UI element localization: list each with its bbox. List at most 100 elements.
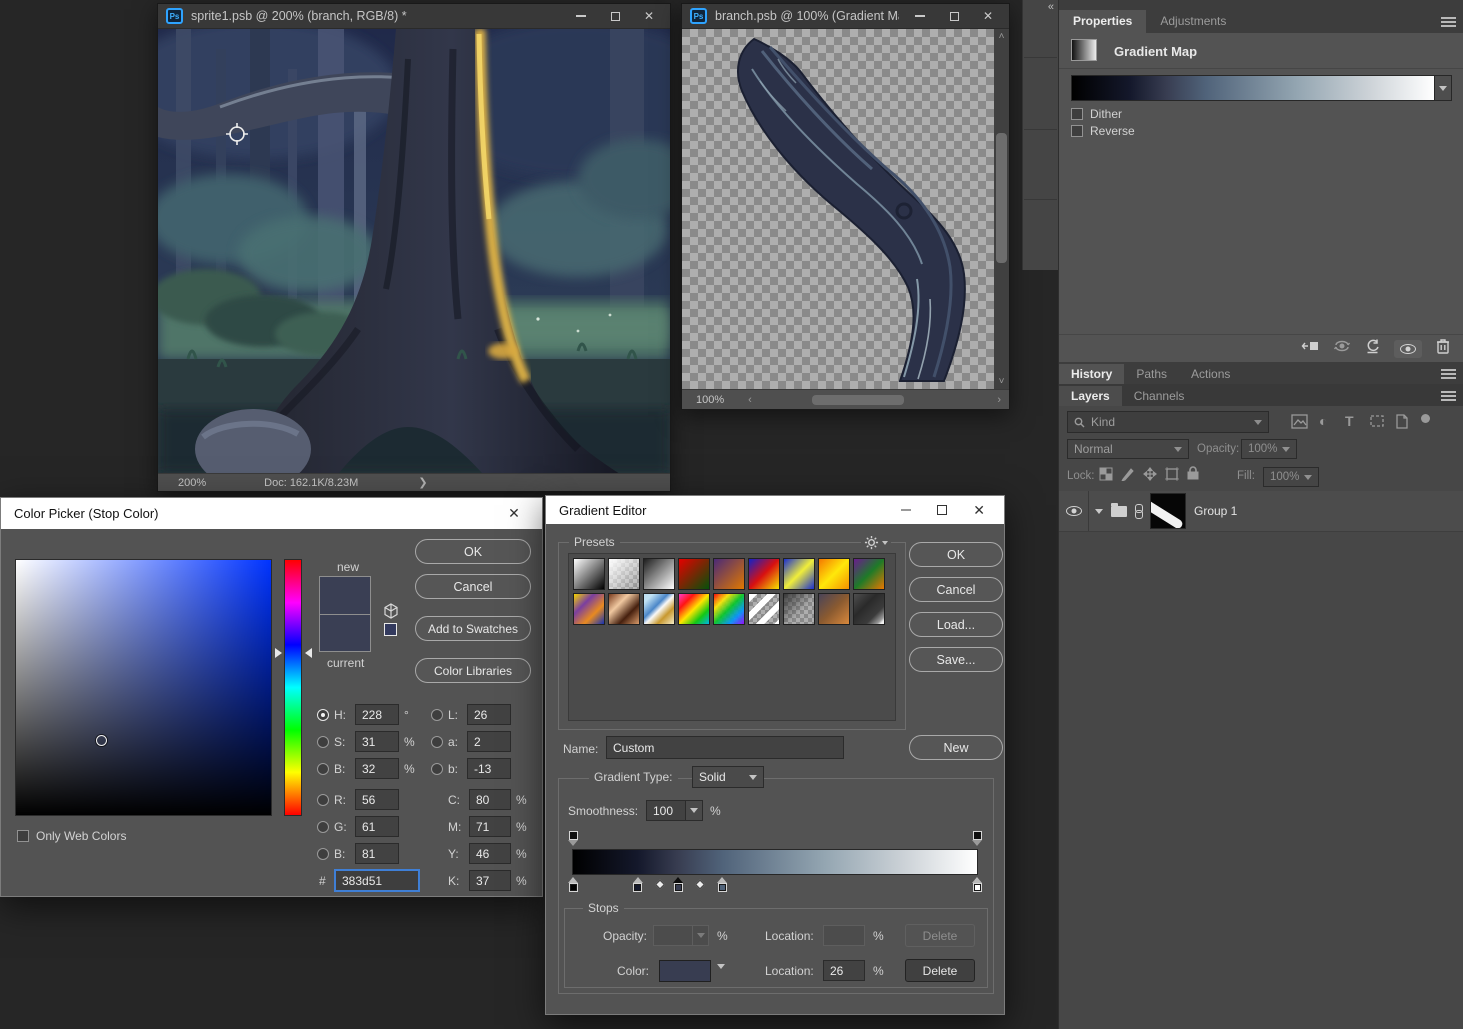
- gradient-load-button[interactable]: Load...: [909, 612, 1003, 637]
- gradient-preset-fg-to-bg[interactable]: [573, 558, 605, 590]
- color-picker-close-icon[interactable]: ✕: [499, 505, 529, 522]
- gradient-preset-slate-to-copper[interactable]: [818, 593, 850, 625]
- filter-pixel-layers-icon[interactable]: [1291, 414, 1308, 434]
- filter-adjustment-layers-icon[interactable]: ◐: [1319, 413, 1327, 429]
- doc1-close-button[interactable]: ✕: [636, 8, 662, 25]
- doc2-titlebar[interactable]: Ps branch.psb @ 100% (Gradient Map... ✕: [682, 4, 1009, 29]
- doc2-minimize-button[interactable]: [907, 8, 933, 25]
- gradient-preview-bar[interactable]: [572, 849, 978, 875]
- history-menu-icon[interactable]: [1441, 369, 1456, 380]
- ge-minimize-icon[interactable]: [901, 509, 911, 511]
- color-stop-marker[interactable]: [673, 877, 683, 892]
- delete-color-stop-button[interactable]: Delete: [905, 959, 975, 982]
- gradient-picker-chevron-icon[interactable]: [1435, 75, 1452, 101]
- doc1-minimize-button[interactable]: [568, 8, 594, 25]
- reset-adjustment-icon[interactable]: [1365, 339, 1380, 359]
- gradient-preset-spectrum[interactable]: [678, 593, 710, 625]
- doc2-maximize-button[interactable]: [941, 8, 967, 25]
- color-stop-marker[interactable]: [568, 877, 578, 892]
- doc1-canvas[interactable]: [158, 29, 670, 474]
- s-field[interactable]: 31: [355, 731, 399, 752]
- visibility-toggle[interactable]: [1059, 491, 1089, 531]
- hex-field[interactable]: 383d51: [334, 869, 420, 892]
- scroll-down-icon[interactable]: ˅: [994, 377, 1009, 387]
- gradient-preset-black-white[interactable]: [643, 558, 675, 590]
- opacity-stop-marker[interactable]: [972, 831, 982, 846]
- smoothness-chevron-icon[interactable]: [686, 800, 703, 821]
- opacity-field[interactable]: 100%: [1241, 439, 1297, 459]
- layer-filter-kind-dropdown[interactable]: Kind: [1067, 411, 1269, 433]
- tab-channels[interactable]: Channels: [1122, 386, 1197, 406]
- gradient-cancel-button[interactable]: Cancel: [909, 577, 1003, 602]
- doc2-close-button[interactable]: ✕: [975, 8, 1001, 25]
- tab-layers[interactable]: Layers: [1059, 386, 1122, 406]
- filter-toggle[interactable]: [1421, 414, 1432, 427]
- gradient-editor-titlebar[interactable]: Gradient Editor ✕: [546, 496, 1004, 524]
- h-radio[interactable]: [317, 709, 329, 721]
- a-field[interactable]: 2: [467, 731, 511, 752]
- view-previous-state-icon[interactable]: [1333, 339, 1351, 358]
- mask-link-icon[interactable]: [1135, 504, 1142, 518]
- color-stop-marker[interactable]: [633, 877, 643, 892]
- lock-artboard-icon[interactable]: [1165, 467, 1179, 486]
- gradient-preset-violet-orange[interactable]: [713, 558, 745, 590]
- color-picker-titlebar[interactable]: Color Picker (Stop Color) ✕: [1, 498, 542, 529]
- gamut-color-swatch[interactable]: [384, 623, 397, 636]
- b2-radio[interactable]: [317, 848, 329, 860]
- layer-row-group1[interactable]: Group 1: [1059, 491, 1463, 532]
- clip-to-layer-icon[interactable]: [1301, 339, 1319, 358]
- c-field[interactable]: 80: [469, 789, 511, 810]
- delete-adjustment-icon[interactable]: [1436, 338, 1450, 359]
- gradient-preset-white-stripes-transparent[interactable]: [748, 593, 780, 625]
- presets-gear-menu[interactable]: [861, 535, 891, 550]
- lock-transparency-icon[interactable]: [1099, 467, 1113, 486]
- document-window-sprite1[interactable]: Ps sprite1.psb @ 200% (branch, RGB/8) * …: [157, 3, 671, 492]
- m-field[interactable]: 71: [469, 816, 511, 837]
- k-field[interactable]: 37: [469, 870, 511, 891]
- a-radio[interactable]: [431, 736, 443, 748]
- stop-color-chevron-icon[interactable]: [717, 964, 725, 969]
- r-field[interactable]: 56: [355, 789, 399, 810]
- properties-menu-icon[interactable]: [1441, 17, 1456, 28]
- tab-properties[interactable]: Properties: [1059, 10, 1146, 33]
- gradient-preset-blue-yellow-blue[interactable]: [783, 558, 815, 590]
- gradient-preset-blue-red-yellow[interactable]: [748, 558, 780, 590]
- layers-menu-icon[interactable]: [1441, 391, 1456, 402]
- doc1-size-info[interactable]: Doc: 162.1K/8.23M: [264, 477, 358, 489]
- filter-shape-layers-icon[interactable]: [1369, 414, 1385, 433]
- gradient-save-button[interactable]: Save...: [909, 647, 1003, 672]
- gradient-preset-fg-to-transparent[interactable]: [608, 558, 640, 590]
- gradient-preset-neutral-to-transparent[interactable]: [783, 593, 815, 625]
- doc2-vscroll-thumb[interactable]: [996, 133, 1007, 263]
- color-libraries-button[interactable]: Color Libraries: [415, 658, 531, 683]
- gradient-new-button[interactable]: New: [909, 735, 1003, 760]
- gradient-preset-red-green[interactable]: [678, 558, 710, 590]
- b-radio[interactable]: [317, 763, 329, 775]
- lab-b-radio[interactable]: [431, 763, 443, 775]
- l-radio[interactable]: [431, 709, 443, 721]
- h-field[interactable]: 228: [355, 704, 399, 725]
- hscroll-left-icon[interactable]: ‹: [748, 394, 752, 406]
- tab-history[interactable]: History: [1059, 364, 1124, 384]
- layer-name[interactable]: Group 1: [1194, 504, 1237, 518]
- lab-b-field[interactable]: -13: [467, 758, 511, 779]
- tab-actions[interactable]: Actions: [1179, 364, 1242, 384]
- gradient-preset-dark-metal-stripes[interactable]: [853, 593, 885, 625]
- group-expand-chevron-icon[interactable]: [1095, 509, 1103, 514]
- opacity-stop-marker[interactable]: [568, 831, 578, 846]
- doc1-titlebar[interactable]: Ps sprite1.psb @ 200% (branch, RGB/8) * …: [158, 4, 670, 29]
- group-mask-thumbnail[interactable]: [1150, 493, 1186, 529]
- ge-maximize-icon[interactable]: [937, 505, 947, 515]
- s-radio[interactable]: [317, 736, 329, 748]
- doc1-maximize-button[interactable]: [602, 8, 628, 25]
- l-field[interactable]: 26: [467, 704, 511, 725]
- doc1-zoom-level[interactable]: 200%: [178, 477, 206, 489]
- out-of-gamut-cube-icon[interactable]: [383, 603, 399, 624]
- gradient-preset-chrome-gold[interactable]: [643, 593, 675, 625]
- filter-smart-objects-icon[interactable]: [1395, 414, 1409, 434]
- reverse-checkbox[interactable]: [1071, 125, 1083, 137]
- current-color-swatch[interactable]: [319, 614, 371, 652]
- gradient-preset-violet-green-orange[interactable]: [853, 558, 885, 590]
- hue-slider[interactable]: [284, 559, 302, 816]
- color-picker-ok-button[interactable]: OK: [415, 539, 531, 564]
